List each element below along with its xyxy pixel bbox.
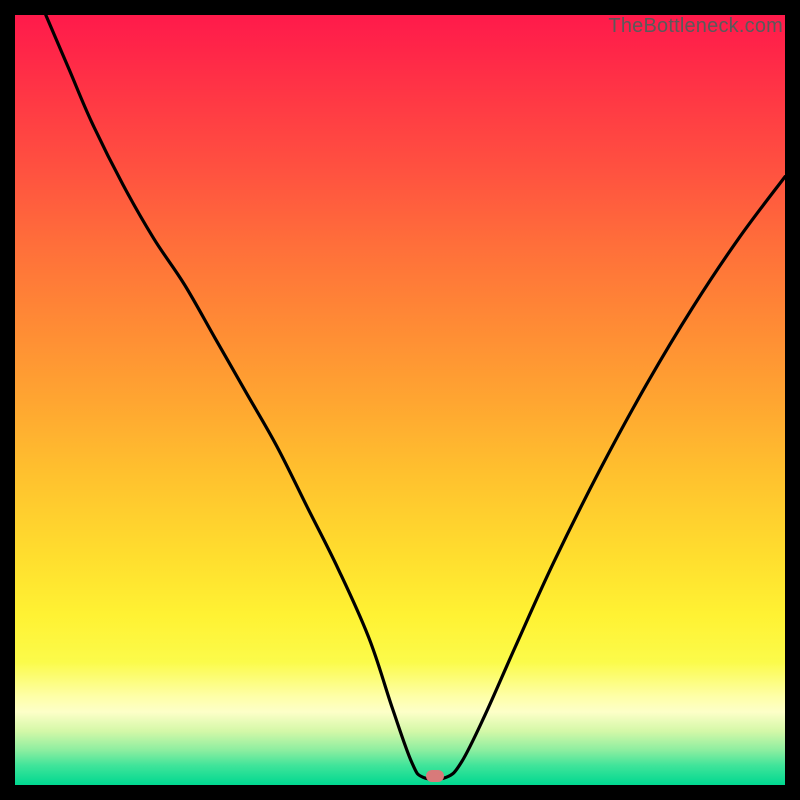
optimal-point-marker <box>426 770 444 782</box>
plot-area: TheBottleneck.com <box>15 15 785 785</box>
bottleneck-curve <box>15 15 785 785</box>
chart-frame: TheBottleneck.com <box>0 0 800 800</box>
watermark-text: TheBottleneck.com <box>608 15 783 38</box>
